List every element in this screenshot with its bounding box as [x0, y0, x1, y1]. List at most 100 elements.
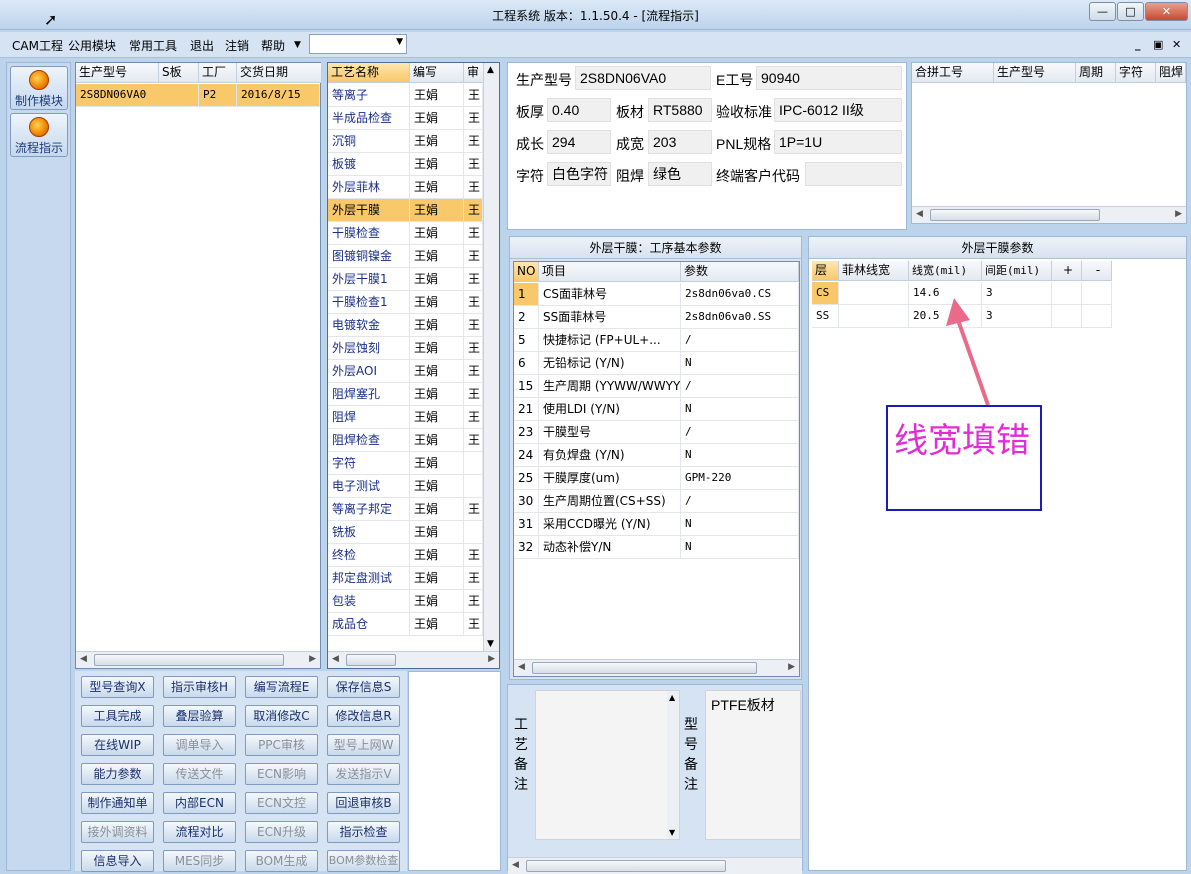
action-button[interactable]: 在线WIP: [81, 734, 154, 756]
char-field[interactable]: 白色字符: [547, 162, 611, 186]
table-row[interactable]: 字符 王娟: [328, 452, 483, 475]
film-header-film-width[interactable]: 菲林线宽: [839, 261, 909, 281]
table-row[interactable]: 成品仓 王娟王: [328, 613, 483, 636]
scroll-left-icon[interactable]: ◀: [332, 654, 339, 664]
standard-field[interactable]: IPC-6012 II级: [774, 98, 902, 122]
length-field[interactable]: 294: [547, 130, 611, 154]
table-row[interactable]: 30 生产周期位置(CS+SS) /: [514, 490, 799, 513]
menu-cam[interactable]: CAM工程: [12, 37, 63, 54]
scroll-left-icon[interactable]: ◀: [518, 662, 525, 672]
action-button[interactable]: BOM生成: [245, 850, 318, 872]
table-row[interactable]: 外层AOI 王娟王: [328, 360, 483, 383]
table-row[interactable]: 外层蚀刻 王娟王: [328, 337, 483, 360]
action-button[interactable]: BOM参数检查: [327, 850, 400, 872]
remarks-hscroll[interactable]: ◀: [508, 857, 802, 874]
table-row[interactable]: 电子测试 王娟: [328, 475, 483, 498]
process-header-name[interactable]: 工艺名称: [328, 63, 410, 83]
scroll-down-icon[interactable]: ▼: [487, 639, 494, 649]
action-button[interactable]: 发送指示V: [327, 763, 400, 785]
params-header-no[interactable]: NO: [514, 262, 539, 282]
orders-header-delivery[interactable]: 交货日期: [237, 63, 322, 83]
scroll-thumb[interactable]: [526, 860, 726, 872]
mask-field[interactable]: 绿色: [648, 162, 712, 186]
table-row[interactable]: 外层菲林 王娟王: [328, 176, 483, 199]
action-button[interactable]: PPC审核: [245, 734, 318, 756]
orders-hscroll[interactable]: ◀ ▶: [76, 651, 320, 668]
mdi-minimize-icon[interactable]: _: [1135, 38, 1141, 51]
action-button[interactable]: 指示审核H: [163, 676, 236, 698]
maximize-button[interactable]: □: [1117, 2, 1144, 21]
table-row[interactable]: 2 SS面菲林号 2s8dn06va0.SS: [514, 306, 799, 329]
table-row[interactable]: 阻焊检查 王娟王: [328, 429, 483, 452]
process-header-author[interactable]: 编写: [410, 63, 464, 83]
table-row[interactable]: 23 干膜型号 /: [514, 421, 799, 444]
action-button[interactable]: MES同步: [163, 850, 236, 872]
table-row[interactable]: 外层干膜1 王娟王: [328, 268, 483, 291]
process-hscroll[interactable]: ◀ ▶: [328, 651, 499, 668]
scroll-thumb[interactable]: [930, 209, 1100, 221]
table-row[interactable]: 25 干膜厚度(um) GPM-220: [514, 467, 799, 490]
orders-header-model[interactable]: 生产型号: [76, 63, 159, 83]
scroll-left-icon[interactable]: ◀: [916, 209, 923, 219]
scroll-left-icon[interactable]: ◀: [512, 860, 519, 870]
merge-header-model[interactable]: 生产型号: [994, 63, 1076, 83]
table-row[interactable]: 板镀 王娟王: [328, 153, 483, 176]
scroll-right-icon[interactable]: ▶: [788, 662, 795, 672]
action-button[interactable]: 能力参数: [81, 763, 154, 785]
action-button[interactable]: 回退审核B: [327, 792, 400, 814]
process-vscroll[interactable]: ▲ ▼: [483, 63, 499, 651]
film-header-plus[interactable]: +: [1052, 261, 1082, 281]
film-header-width[interactable]: 线宽(mil): [909, 261, 982, 281]
action-button[interactable]: 编写流程E: [245, 676, 318, 698]
table-row[interactable]: 2S8DN06VA0 P2 2016/8/15: [76, 84, 320, 107]
action-button[interactable]: 传送文件: [163, 763, 236, 785]
action-button[interactable]: 信息导入: [81, 850, 154, 872]
film-header-spacing[interactable]: 间距(mil): [982, 261, 1052, 281]
table-row[interactable]: 图镀铜镍金 王娟王: [328, 245, 483, 268]
action-button[interactable]: 调单导入: [163, 734, 236, 756]
table-row[interactable]: 干膜检查1 王娟王: [328, 291, 483, 314]
action-button[interactable]: 工具完成: [81, 705, 154, 727]
width-field[interactable]: 203: [648, 130, 712, 154]
orders-header-sboard[interactable]: S板: [159, 63, 199, 83]
table-row[interactable]: 半成品检查 王娟王: [328, 107, 483, 130]
thickness-field[interactable]: 0.40: [547, 98, 611, 122]
action-button[interactable]: 指示检查: [327, 821, 400, 843]
scroll-down-icon[interactable]: ▼: [669, 828, 675, 837]
scroll-thumb[interactable]: [532, 662, 757, 674]
scroll-right-icon[interactable]: ▶: [1175, 209, 1182, 219]
merge-header-mask[interactable]: 阻焊: [1156, 63, 1186, 83]
table-row[interactable]: 包装 王娟王: [328, 590, 483, 613]
action-button[interactable]: ECN升级: [245, 821, 318, 843]
action-button[interactable]: ECN文控: [245, 792, 318, 814]
action-button[interactable]: 内部ECN: [163, 792, 236, 814]
table-row[interactable]: 24 有负焊盘 (Y/N) N: [514, 444, 799, 467]
menu-public[interactable]: 公用模块: [68, 37, 116, 54]
action-button[interactable]: 叠层验算: [163, 705, 236, 727]
merge-hscroll[interactable]: ◀ ▶: [912, 206, 1186, 223]
table-row[interactable]: 32 动态补偿Y/N N: [514, 536, 799, 559]
scroll-right-icon[interactable]: ▶: [309, 654, 316, 664]
menu-tools[interactable]: 常用工具: [129, 37, 177, 54]
mdi-restore-icon[interactable]: ▣: [1153, 38, 1163, 51]
table-row[interactable]: 31 采用CCD曝光 (Y/N) N: [514, 513, 799, 536]
table-row[interactable]: 阻焊塞孔 王娟王: [328, 383, 483, 406]
action-button[interactable]: ECN影响: [245, 763, 318, 785]
table-row[interactable]: 5 快捷标记 (FP+UL+... /: [514, 329, 799, 352]
params-header-item[interactable]: 项目: [539, 262, 681, 282]
menu-exit[interactable]: 退出: [190, 37, 214, 54]
scroll-thumb[interactable]: [94, 654, 284, 666]
table-row[interactable]: 6 无铅标记 (Y/N) N: [514, 352, 799, 375]
minimize-button[interactable]: —: [1089, 2, 1116, 21]
film-header-layer[interactable]: 层: [812, 261, 839, 281]
action-button[interactable]: 型号查询X: [81, 676, 154, 698]
customer-code-field[interactable]: [805, 162, 902, 186]
make-module-button[interactable]: 制作模块: [10, 66, 68, 110]
table-row[interactable]: 铣板 王娟: [328, 521, 483, 544]
action-button[interactable]: 型号上网W: [327, 734, 400, 756]
scroll-up-icon[interactable]: ▲: [669, 693, 675, 702]
scroll-left-icon[interactable]: ◀: [80, 654, 87, 664]
action-button[interactable]: 接外调资料: [81, 821, 154, 843]
action-button[interactable]: 制作通知单: [81, 792, 154, 814]
action-button[interactable]: 流程对比: [163, 821, 236, 843]
